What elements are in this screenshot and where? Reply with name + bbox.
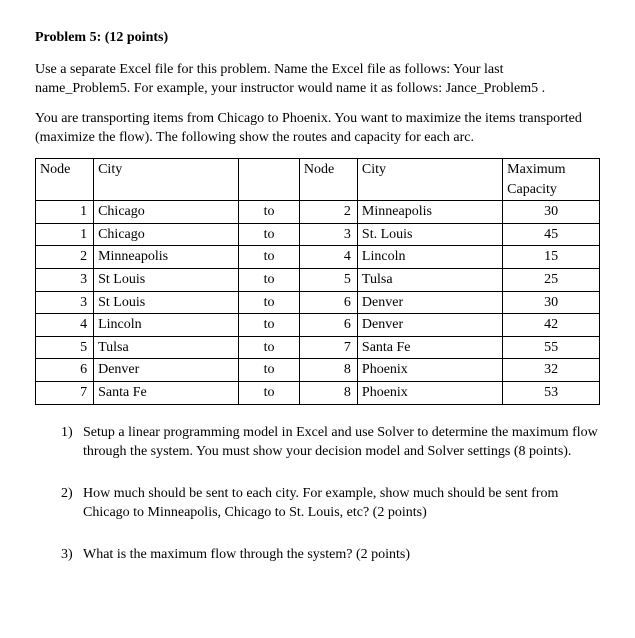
table-row: 7Santa Feto8Phoenix53 (36, 381, 600, 404)
cell-node-a: 3 (36, 268, 94, 291)
cell-to: to (239, 291, 300, 314)
table-row: 3St Louisto5Tulsa25 (36, 268, 600, 291)
cell-node-b: 3 (299, 223, 357, 246)
question-item: 1)Setup a linear programming model in Ex… (61, 423, 600, 462)
cell-city-b: Minneapolis (357, 201, 502, 224)
cell-capacity: 55 (503, 336, 600, 359)
question-text: Setup a linear programming model in Exce… (83, 423, 600, 462)
cell-city-b: Phoenix (357, 381, 502, 404)
routes-table: Node City Node City Maximum Capacity 1Ch… (35, 158, 600, 405)
intro-paragraph-1: Use a separate Excel file for this probl… (35, 60, 600, 99)
cell-to: to (239, 223, 300, 246)
table-row: 6Denverto8Phoenix32 (36, 359, 600, 382)
cell-city-b: Santa Fe (357, 336, 502, 359)
table-row: 3St Louisto6Denver30 (36, 291, 600, 314)
table-row: 1Chicagoto3St. Louis45 (36, 223, 600, 246)
cell-city-a: Minneapolis (94, 246, 239, 269)
cell-city-a: Chicago (94, 201, 239, 224)
question-item: 3)What is the maximum flow through the s… (61, 545, 600, 565)
cell-city-b: Lincoln (357, 246, 502, 269)
cell-node-b: 4 (299, 246, 357, 269)
cell-to: to (239, 359, 300, 382)
cell-capacity: 42 (503, 314, 600, 337)
cell-node-a: 2 (36, 246, 94, 269)
cell-city-b: Denver (357, 291, 502, 314)
cell-node-b: 5 (299, 268, 357, 291)
cell-capacity: 30 (503, 201, 600, 224)
cell-node-b: 8 (299, 359, 357, 382)
question-number: 2) (61, 484, 83, 523)
cell-city-a: Santa Fe (94, 381, 239, 404)
question-number: 1) (61, 423, 83, 462)
table-row: 5Tulsato7Santa Fe55 (36, 336, 600, 359)
cell-node-a: 6 (36, 359, 94, 382)
cell-node-b: 6 (299, 291, 357, 314)
cell-city-a: St Louis (94, 291, 239, 314)
header-node-a: Node (36, 158, 94, 200)
cell-city-a: Lincoln (94, 314, 239, 337)
cell-capacity: 25 (503, 268, 600, 291)
question-list: 1)Setup a linear programming model in Ex… (35, 423, 600, 565)
cell-to: to (239, 314, 300, 337)
question-item: 2)How much should be sent to each city. … (61, 484, 600, 523)
table-row: 2Minneapolisto4Lincoln15 (36, 246, 600, 269)
cell-node-b: 2 (299, 201, 357, 224)
cell-capacity: 30 (503, 291, 600, 314)
cell-capacity: 32 (503, 359, 600, 382)
header-node-b: Node (299, 158, 357, 200)
cell-node-a: 5 (36, 336, 94, 359)
problem-title: Problem 5: (12 points) (35, 28, 600, 48)
header-capacity: Maximum Capacity (503, 158, 600, 200)
table-row: 1Chicagoto2Minneapolis30 (36, 201, 600, 224)
cell-to: to (239, 336, 300, 359)
header-city-a: City (94, 158, 239, 200)
table-header-row: Node City Node City Maximum Capacity (36, 158, 600, 200)
cell-node-a: 7 (36, 381, 94, 404)
cell-capacity: 53 (503, 381, 600, 404)
header-to (239, 158, 300, 200)
cell-node-b: 8 (299, 381, 357, 404)
cell-to: to (239, 268, 300, 291)
cell-to: to (239, 201, 300, 224)
cell-city-b: Tulsa (357, 268, 502, 291)
cell-to: to (239, 381, 300, 404)
cell-capacity: 15 (503, 246, 600, 269)
cell-city-b: Phoenix (357, 359, 502, 382)
question-text: What is the maximum flow through the sys… (83, 545, 600, 565)
question-number: 3) (61, 545, 83, 565)
cell-city-b: St. Louis (357, 223, 502, 246)
cell-city-a: Tulsa (94, 336, 239, 359)
cell-node-a: 3 (36, 291, 94, 314)
cell-node-a: 4 (36, 314, 94, 337)
question-text: How much should be sent to each city. Fo… (83, 484, 600, 523)
header-capacity-l2: Capacity (507, 182, 557, 197)
cell-node-b: 7 (299, 336, 357, 359)
table-row: 4Lincolnto6Denver42 (36, 314, 600, 337)
header-capacity-l1: Maximum (507, 162, 565, 177)
cell-city-a: Denver (94, 359, 239, 382)
cell-city-a: St Louis (94, 268, 239, 291)
cell-city-b: Denver (357, 314, 502, 337)
header-city-b: City (357, 158, 502, 200)
intro-paragraph-2: You are transporting items from Chicago … (35, 109, 600, 148)
cell-node-b: 6 (299, 314, 357, 337)
cell-city-a: Chicago (94, 223, 239, 246)
cell-node-a: 1 (36, 201, 94, 224)
cell-capacity: 45 (503, 223, 600, 246)
cell-node-a: 1 (36, 223, 94, 246)
cell-to: to (239, 246, 300, 269)
